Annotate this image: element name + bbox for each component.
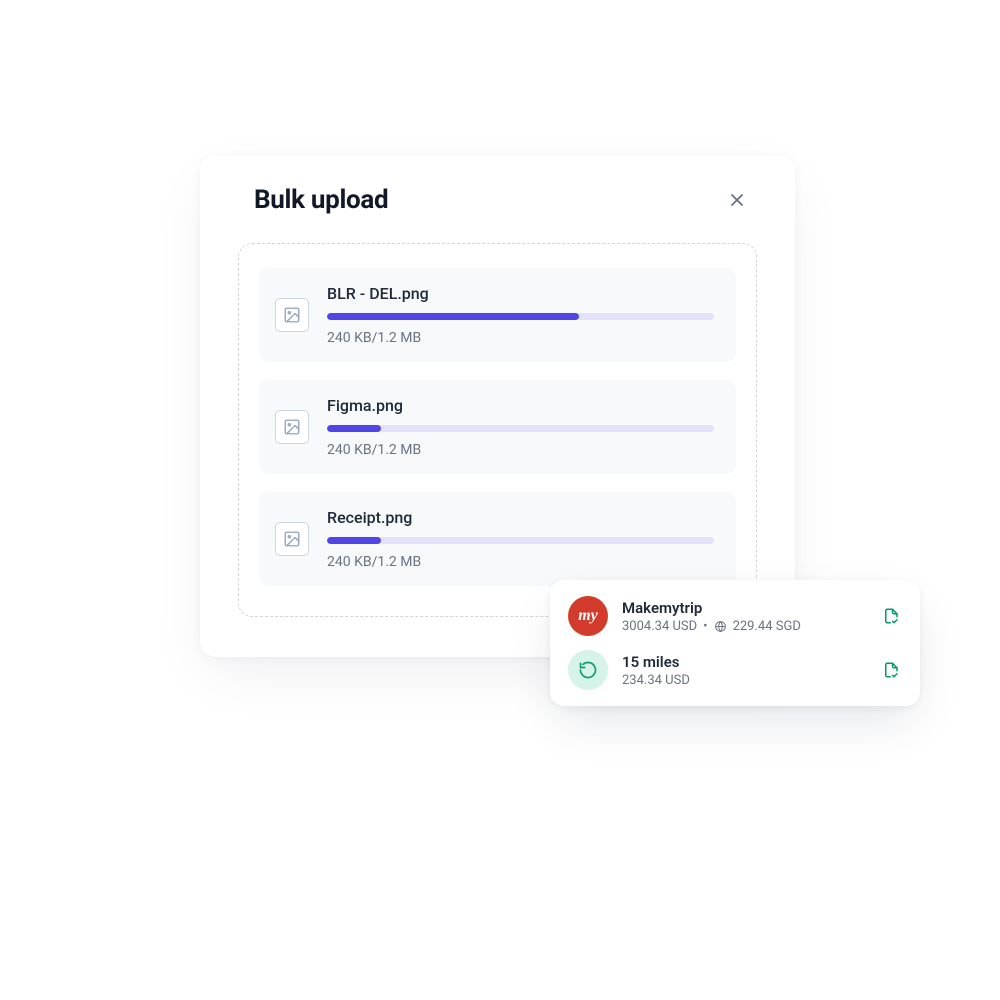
receipt-check-icon xyxy=(882,607,900,625)
file-thumbnail xyxy=(275,298,309,332)
transaction-name: Makemytrip xyxy=(622,599,866,617)
panel-title: Bulk upload xyxy=(254,185,388,215)
transaction-row[interactable]: 15 miles 234.34 USD xyxy=(568,650,902,690)
image-icon xyxy=(283,530,301,548)
file-size: 240 KB/1.2 MB xyxy=(327,330,714,346)
receipt-action-button[interactable] xyxy=(880,605,902,627)
refresh-icon xyxy=(578,660,598,680)
progress-bar xyxy=(327,313,714,320)
file-name: Receipt.png xyxy=(327,508,714,527)
transaction-subtitle: 234.34 USD xyxy=(622,673,866,688)
file-thumbnail xyxy=(275,522,309,556)
progress-fill xyxy=(327,425,381,432)
receipt-check-icon xyxy=(882,661,900,679)
transaction-row[interactable]: Makemytrip 3004.34 USD • 229.44 SGD xyxy=(568,596,902,636)
file-size: 240 KB/1.2 MB xyxy=(327,554,714,570)
file-name: Figma.png xyxy=(327,396,714,415)
merchant-logo-makemytrip xyxy=(568,596,608,636)
file-thumbnail xyxy=(275,410,309,444)
transaction-subtitle: 3004.34 USD • 229.44 SGD xyxy=(622,619,866,634)
progress-bar xyxy=(327,425,714,432)
progress-fill xyxy=(327,313,579,320)
file-name: BLR - DEL.png xyxy=(327,284,714,303)
close-icon xyxy=(727,190,747,210)
image-icon xyxy=(283,306,301,324)
upload-file-row: Receipt.png 240 KB/1.2 MB xyxy=(259,492,736,586)
upload-dropzone[interactable]: BLR - DEL.png 240 KB/1.2 MB Figma.png 24… xyxy=(238,243,757,617)
upload-file-row: Figma.png 240 KB/1.2 MB xyxy=(259,380,736,474)
progress-bar xyxy=(327,537,714,544)
receipt-action-button[interactable] xyxy=(880,659,902,681)
file-size: 240 KB/1.2 MB xyxy=(327,442,714,458)
upload-file-row: BLR - DEL.png 240 KB/1.2 MB xyxy=(259,268,736,362)
globe-icon xyxy=(714,620,727,633)
category-icon-refresh xyxy=(568,650,608,690)
transactions-popover: Makemytrip 3004.34 USD • 229.44 SGD 15 m… xyxy=(550,580,920,706)
close-button[interactable] xyxy=(723,186,751,214)
transaction-name: 15 miles xyxy=(622,653,866,671)
image-icon xyxy=(283,418,301,436)
progress-fill xyxy=(327,537,381,544)
